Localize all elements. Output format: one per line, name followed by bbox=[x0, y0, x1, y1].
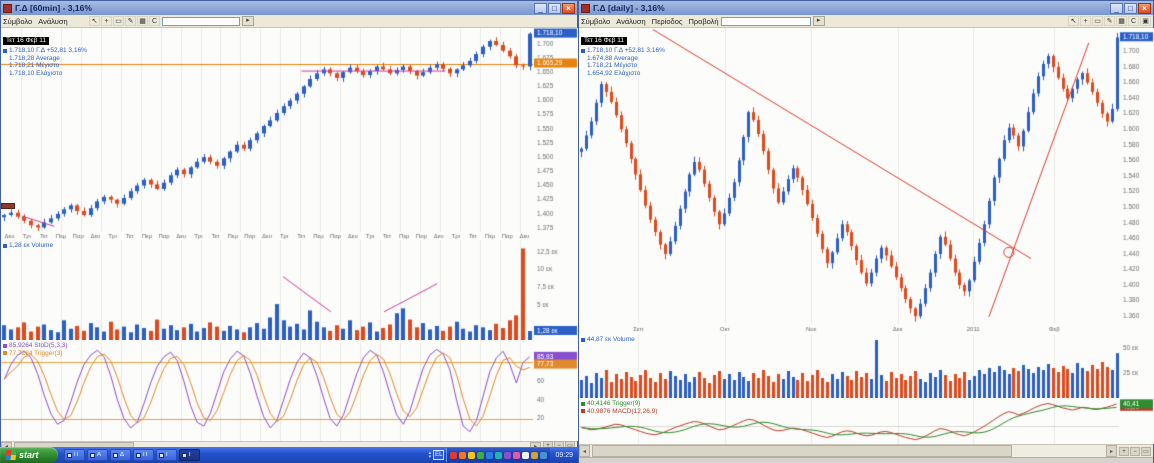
crosshair-icon[interactable]: + bbox=[1080, 16, 1091, 26]
price-chart-canvas[interactable] bbox=[579, 28, 1154, 334]
grid-icon[interactable]: ▦ bbox=[1116, 16, 1127, 26]
chart-window-60min: Γ.Δ [60min] - 3,16% _ □ × Σύμβολο Ανάλυση… bbox=[0, 0, 578, 447]
horizontal-scrollbar[interactable]: ◂ ▸ + − ▭ bbox=[579, 444, 1153, 457]
tray-icon[interactable] bbox=[486, 452, 493, 459]
taskbar-button-label: Γ bbox=[166, 452, 169, 458]
symbol-input[interactable] bbox=[721, 17, 811, 26]
window-title: Γ.Δ [60min] - 3,16% bbox=[15, 3, 534, 13]
close-button[interactable]: × bbox=[1138, 3, 1151, 14]
tray-icon[interactable] bbox=[522, 452, 529, 459]
macd-chart-canvas[interactable] bbox=[579, 398, 1154, 444]
volume-chart-canvas[interactable] bbox=[1, 240, 579, 340]
zoom-in-button[interactable]: + bbox=[1119, 447, 1129, 456]
menu-item[interactable]: Ανάλυση bbox=[616, 17, 645, 26]
taskbar-clock: 09:29 bbox=[552, 452, 576, 459]
chart-window-daily: Γ.Δ [daily] - 3,16% _ □ × Σύμβολο Ανάλυση… bbox=[578, 0, 1154, 463]
taskbar-button-label: Δ bbox=[120, 452, 124, 458]
left-edge-price-flag bbox=[1, 203, 15, 209]
window-bottom-edge bbox=[579, 457, 1153, 463]
app-icon bbox=[581, 4, 590, 13]
window-icon bbox=[136, 453, 141, 458]
draw-icon[interactable]: ✎ bbox=[1104, 16, 1115, 26]
draw-icon[interactable]: ✎ bbox=[125, 16, 136, 26]
tray-icon[interactable] bbox=[468, 452, 475, 459]
restore-button[interactable]: □ bbox=[548, 3, 561, 14]
window-icon bbox=[67, 453, 72, 458]
scroll-right-icon[interactable]: ▸ bbox=[1106, 445, 1117, 457]
scrollbar-track[interactable] bbox=[590, 445, 1106, 457]
price-chart-canvas[interactable] bbox=[1, 28, 579, 240]
titlebar[interactable]: Γ.Δ [60min] - 3,16% _ □ × bbox=[1, 1, 577, 15]
taskbar-window-button[interactable]: Π bbox=[64, 449, 85, 461]
crosshair-icon[interactable]: + bbox=[101, 16, 112, 26]
taskbar-window-button[interactable]: Γ bbox=[156, 449, 177, 461]
language-indicator[interactable]: EL bbox=[433, 450, 444, 460]
rectangle-icon[interactable]: ▭ bbox=[113, 16, 124, 26]
taskbar-button-label: Π bbox=[143, 452, 147, 458]
taskbar-window-button[interactable]: Γ bbox=[179, 449, 200, 461]
taskbar-window-button[interactable]: Δ bbox=[110, 449, 131, 461]
tray-icon[interactable] bbox=[477, 452, 484, 459]
start-button[interactable]: start bbox=[0, 447, 58, 463]
tray-icon[interactable] bbox=[513, 452, 520, 459]
scroll-left-icon[interactable]: ◂ bbox=[579, 445, 590, 457]
cursor-icon[interactable]: ↖ bbox=[1068, 16, 1079, 26]
tray-icon[interactable] bbox=[531, 452, 538, 459]
window-icon bbox=[90, 453, 95, 458]
cursor-icon[interactable]: ↖ bbox=[89, 16, 100, 26]
stochastic-chart-canvas[interactable] bbox=[1, 340, 579, 441]
menu-item[interactable]: Περίοδος bbox=[652, 17, 683, 26]
titlebar[interactable]: Γ.Δ [daily] - 3,16% _ □ × bbox=[579, 1, 1153, 15]
window-icon bbox=[159, 453, 164, 458]
window-title: Γ.Δ [daily] - 3,16% bbox=[593, 3, 1110, 13]
minimize-button[interactable]: _ bbox=[534, 3, 547, 14]
toolbar: Σύμβολο Ανάλυση ↖+▭✎▦C ▸ bbox=[1, 15, 577, 28]
taskbar-button-label: Π bbox=[74, 452, 78, 458]
save-icon[interactable]: ▣ bbox=[1140, 16, 1151, 26]
tray-icon[interactable] bbox=[459, 452, 466, 459]
spinner-down-icon[interactable]: ▾ bbox=[429, 455, 432, 459]
symbol-go-button[interactable]: ▸ bbox=[813, 16, 825, 26]
rectangle-icon[interactable]: ▭ bbox=[1092, 16, 1103, 26]
windows-flag-icon bbox=[5, 450, 16, 460]
taskbar: start Π Α Δ Π Γ Γ ▴ ▾ EL 09:29 bbox=[0, 447, 578, 463]
tray-icon[interactable] bbox=[540, 452, 547, 459]
grid-icon[interactable]: ▦ bbox=[137, 16, 148, 26]
menu-item[interactable]: Σύμβολο bbox=[3, 17, 32, 26]
menu-item[interactable]: Ανάλυση bbox=[38, 17, 67, 26]
zoom-out-button[interactable]: − bbox=[1130, 447, 1140, 456]
symbol-go-button[interactable]: ▸ bbox=[242, 16, 254, 26]
desktop: Γ.Δ [60min] - 3,16% _ □ × Σύμβολο Ανάλυση… bbox=[0, 0, 1154, 463]
tray-icon[interactable] bbox=[450, 452, 457, 459]
menu-item[interactable]: Σύμβολο bbox=[581, 17, 610, 26]
system-tray bbox=[446, 448, 550, 462]
restore-button[interactable]: □ bbox=[1124, 3, 1137, 14]
window-icon bbox=[182, 453, 187, 458]
minimize-button[interactable]: _ bbox=[1110, 3, 1123, 14]
compare-icon[interactable]: C bbox=[149, 16, 160, 26]
taskbar-window-button[interactable]: Α bbox=[87, 449, 108, 461]
toolbar: Σύμβολο Ανάλυση Περίοδος Προβολή ▸ ↖+▭✎▦C▣ bbox=[579, 15, 1153, 28]
symbol-input[interactable] bbox=[162, 17, 240, 26]
taskbar-scroll-spinner[interactable]: ▴ ▾ bbox=[429, 451, 432, 459]
tray-icon[interactable] bbox=[495, 452, 502, 459]
menu-item[interactable]: Προβολή bbox=[688, 17, 718, 26]
tray-icon[interactable] bbox=[504, 452, 511, 459]
close-button[interactable]: × bbox=[562, 3, 575, 14]
app-icon bbox=[3, 4, 12, 13]
compare-icon[interactable]: C bbox=[1128, 16, 1139, 26]
start-label: start bbox=[19, 450, 39, 460]
range-button[interactable]: ▭ bbox=[1141, 447, 1151, 456]
window-icon bbox=[113, 453, 118, 458]
taskbar-button-label: Α bbox=[97, 452, 101, 458]
taskbar-window-button[interactable]: Π bbox=[133, 449, 154, 461]
volume-chart-canvas[interactable] bbox=[579, 334, 1154, 398]
scrollbar-thumb[interactable] bbox=[592, 445, 1012, 457]
taskbar-button-label: Γ bbox=[189, 452, 192, 458]
